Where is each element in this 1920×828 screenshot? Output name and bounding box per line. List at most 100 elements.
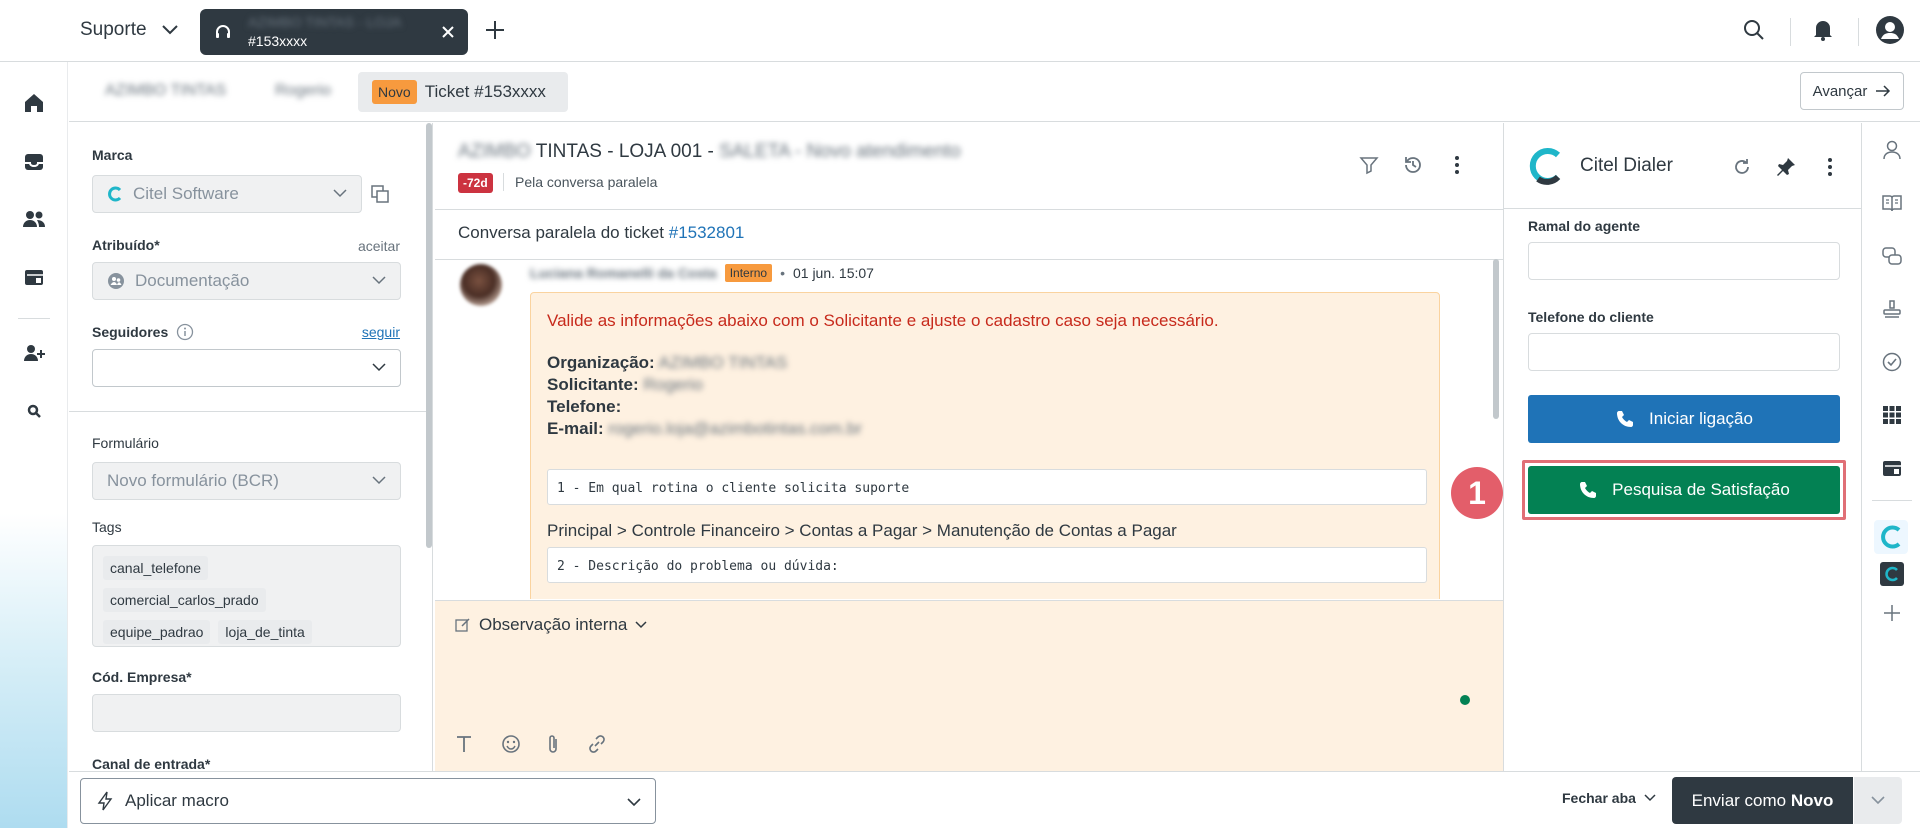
new-tab-button[interactable] (484, 19, 506, 41)
scrollbar[interactable] (1493, 259, 1499, 419)
client-phone-input[interactable] (1528, 333, 1840, 371)
add-app-icon[interactable] (1879, 600, 1905, 626)
chevron-down-icon (1871, 796, 1885, 805)
tag-item[interactable]: canal_telefone (103, 556, 209, 580)
knowledge-book-icon[interactable] (1879, 190, 1905, 216)
side-conversations-icon[interactable] (1879, 243, 1905, 269)
chevron-down-icon (161, 25, 178, 35)
apply-macro-select[interactable]: Aplicar macro (80, 778, 656, 824)
conversation-pane: AZIMBO TINTAS - LOJA 001 - SALETA - Novo… (435, 123, 1503, 771)
text-format-icon[interactable] (456, 734, 472, 754)
organizations-icon[interactable] (21, 264, 47, 290)
company-code-input[interactable] (92, 694, 401, 732)
user-profile-icon[interactable] (1879, 137, 1905, 163)
headset-icon (216, 25, 230, 38)
chevron-down-icon (333, 189, 347, 198)
assignee-label: Atribuído* (92, 237, 160, 253)
stamp-icon[interactable] (1879, 296, 1905, 322)
history-icon[interactable] (1402, 154, 1424, 176)
satisfaction-survey-button[interactable]: Pesquisa de Satisfação (1528, 466, 1840, 514)
composer-type-selector[interactable]: Observação interna (455, 615, 647, 635)
start-call-button[interactable]: Iniciar ligação (1528, 395, 1840, 443)
apps-grid-icon[interactable] (1879, 402, 1905, 428)
assignee-select[interactable]: Documentação (92, 262, 401, 300)
link-icon[interactable] (587, 734, 607, 754)
add-user-icon[interactable] (21, 340, 47, 366)
org-label: Organização: (547, 353, 655, 372)
citel-dialer-app-icon[interactable] (1874, 520, 1908, 554)
home-icon[interactable] (21, 90, 47, 116)
attachment-icon[interactable] (546, 734, 560, 754)
email-label: E-mail: (547, 419, 604, 438)
section-divider (69, 411, 432, 412)
requester-value: Rogerio (643, 375, 703, 394)
top-bar: Suporte AZIMBO TINTAS - LOJA #153xxxx (0, 0, 1920, 62)
product-name: Suporte (80, 19, 147, 40)
tag-item[interactable]: equipe_padrao (103, 620, 211, 644)
active-tab-title: AZIMBO TINTAS - LOJA (248, 14, 402, 30)
arrow-right-icon (1876, 85, 1891, 97)
followers-select[interactable] (92, 349, 401, 387)
copy-brand-button[interactable] (370, 184, 390, 204)
info-icon[interactable] (176, 323, 194, 341)
parent-ticket-link[interactable]: #1532801 (669, 223, 745, 242)
close-tab-select[interactable]: Fechar aba (1562, 790, 1656, 806)
conversation-header: AZIMBO TINTAS - LOJA 001 - SALETA - Novo… (435, 123, 1503, 210)
search-icon[interactable] (21, 398, 47, 424)
breadcrumb-ticket[interactable]: Novo Ticket #153xxxx (358, 72, 568, 112)
warning-text: Valide as informações abaixo com o Solic… (547, 311, 1219, 330)
active-ticket-tab[interactable]: AZIMBO TINTAS - LOJA #153xxxx (200, 9, 468, 55)
tag-item[interactable]: loja_de_tinta (218, 620, 312, 644)
bullet: • (780, 265, 785, 281)
chevron-down-icon (372, 276, 386, 285)
filter-icon[interactable] (1359, 155, 1379, 175)
author-name[interactable]: Luciana Romanelli da Costa (530, 265, 717, 281)
advance-button[interactable]: Avançar (1800, 72, 1904, 110)
divider (503, 173, 504, 191)
apply-macro-label: Aplicar macro (125, 791, 229, 810)
composer-type-label: Observação interna (479, 615, 628, 634)
brand-value: Citel Software (133, 184, 239, 203)
organization-app-icon[interactable] (1879, 455, 1905, 481)
dialer-header: Citel Dialer (1504, 123, 1861, 209)
tag-item[interactable]: comercial_carlos_prado (103, 588, 266, 612)
take-it-link[interactable]: aceitar (358, 238, 400, 254)
breadcrumb-requester[interactable]: Rogerio (275, 82, 331, 100)
citel-secondary-app-icon[interactable] (1880, 562, 1904, 586)
tags-field[interactable]: canal_telefone comercial_carlos_prado eq… (92, 545, 401, 647)
refresh-icon[interactable] (1732, 157, 1752, 177)
scrollbar[interactable] (426, 123, 432, 548)
online-indicator (1460, 695, 1470, 705)
ticket-breadcrumb-bar: AZIMBO TINTAS Rogerio Novo Ticket #153xx… (69, 62, 1920, 122)
emoji-icon[interactable] (501, 734, 521, 754)
customers-icon[interactable] (21, 206, 47, 232)
more-options-icon[interactable] (1454, 155, 1460, 175)
search-button[interactable] (1742, 18, 1766, 42)
submit-button[interactable]: Enviar como Novo (1672, 777, 1853, 824)
close-tab-icon[interactable] (442, 26, 454, 38)
pin-icon[interactable] (1775, 156, 1797, 178)
notifications-button[interactable] (1811, 18, 1835, 42)
follow-link[interactable]: seguir (362, 324, 400, 340)
user-menu-button[interactable] (1876, 16, 1904, 44)
more-options-icon[interactable] (1827, 157, 1833, 177)
submit-options-button[interactable] (1854, 777, 1902, 824)
agent-extension-input[interactable] (1528, 242, 1840, 280)
edit-note-icon (455, 618, 470, 632)
ticket-properties-panel: Marca Citel Software Atribuído* aceitar … (69, 123, 433, 771)
ticket-subject: AZIMBO TINTAS - LOJA 001 - SALETA - Novo… (458, 141, 961, 163)
check-circle-icon[interactable] (1879, 349, 1905, 375)
brand-select[interactable]: Citel Software (92, 175, 362, 213)
phone-label: Telefone: (547, 397, 622, 416)
brand-label: Marca (92, 147, 133, 163)
views-icon[interactable] (21, 149, 47, 175)
email-line: E-mail: rogerio.loja@azimbotintas.com.br (547, 419, 862, 439)
reply-composer[interactable]: Observação interna (435, 600, 1503, 771)
form-label: Formulário (92, 435, 159, 451)
chevron-down-icon (635, 621, 647, 629)
breadcrumb-organization[interactable]: AZIMBO TINTAS (105, 82, 226, 100)
product-switcher[interactable]: Suporte (80, 19, 179, 41)
form-select[interactable]: Novo formulário (BCR) (92, 462, 401, 500)
message-timestamp: 01 jun. 15:07 (792, 265, 874, 281)
subject-visible: TINTAS - LOJA 001 - (535, 141, 714, 162)
